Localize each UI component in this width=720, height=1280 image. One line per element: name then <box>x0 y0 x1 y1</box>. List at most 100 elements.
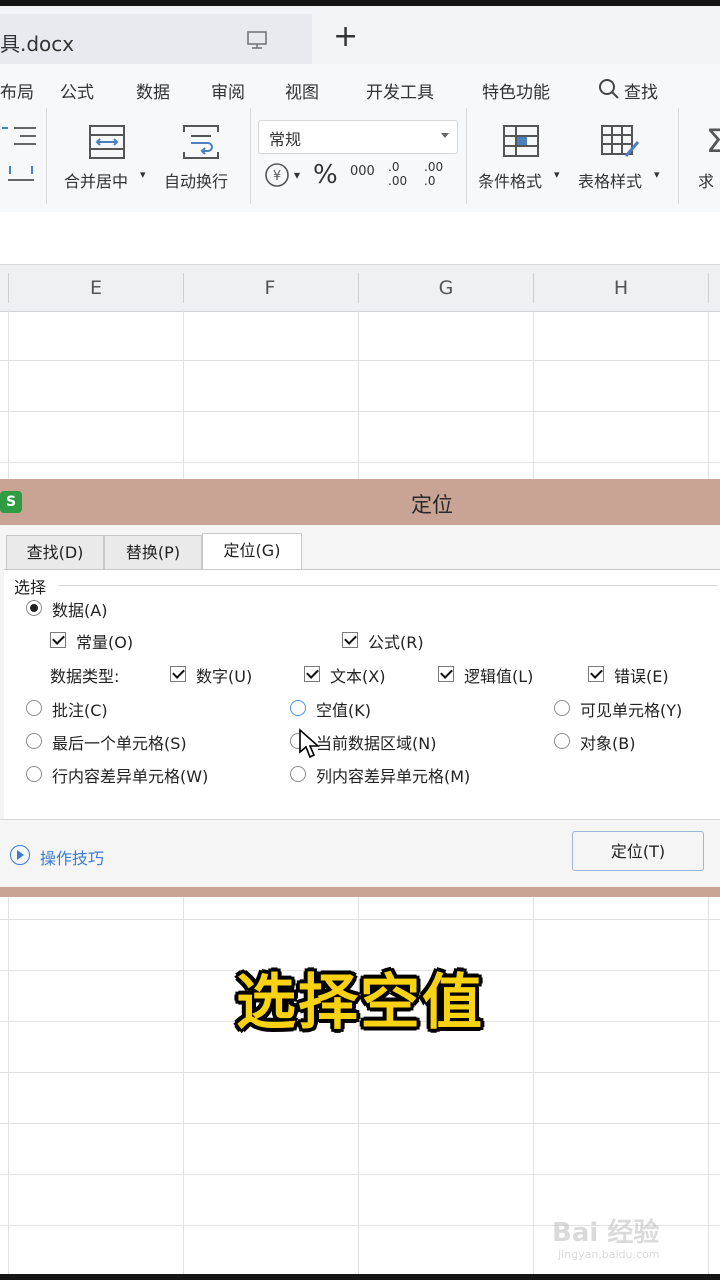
chevron-down-icon[interactable]: ▾ <box>294 168 300 182</box>
visible-cells-label[interactable]: 可见单元格(Y) <box>580 697 682 721</box>
dialog-footer-divider <box>0 819 720 820</box>
constants-label[interactable]: 常量(O) <box>76 629 133 653</box>
menu-developer[interactable]: 开发工具 <box>366 78 434 103</box>
thousands-separator-button[interactable]: 000 <box>350 164 375 179</box>
decrease-decimal-button[interactable]: .00 .0 <box>424 160 452 188</box>
baidu-jingyan-watermark: Bai 经验 jingyan.baidu.com <box>552 1212 712 1268</box>
objects-radio[interactable] <box>554 733 570 749</box>
conditional-format-button[interactable]: 条件格式 <box>478 168 542 192</box>
grid-row-line <box>0 919 720 920</box>
align-icon[interactable] <box>6 162 36 186</box>
sum-icon[interactable]: Σ <box>706 122 720 160</box>
grid-col-line <box>358 310 359 479</box>
row-diff-label[interactable]: 行内容差异单元格(W) <box>52 763 208 787</box>
menu-data[interactable]: 数据 <box>136 78 170 103</box>
column-divider <box>358 273 359 303</box>
sum-button[interactable]: 求和 <box>698 168 720 192</box>
formulas-checkbox[interactable] <box>342 632 358 648</box>
increase-decimal-button[interactable]: .0 .00 <box>388 160 416 188</box>
comments-radio[interactable] <box>26 700 42 716</box>
data-radio[interactable] <box>26 600 42 616</box>
menu-view[interactable]: 视图 <box>285 78 319 103</box>
dialog-title: 定位 <box>411 493 453 517</box>
blanks-label[interactable]: 空值(K) <box>316 697 371 721</box>
grid-row-line <box>0 1174 720 1175</box>
sum-button-clip: 求和 <box>698 168 720 192</box>
column-divider <box>708 273 709 303</box>
percent-button[interactable]: % <box>313 160 338 190</box>
column-header-f[interactable]: F <box>250 277 290 299</box>
numbers-checkbox[interactable] <box>170 666 186 682</box>
search-icon[interactable] <box>598 78 620 100</box>
ribbon: 布局 公式 数据 审阅 视图 开发工具 特色功能 查找 合并居中 ▾ 自动换行 <box>0 64 720 213</box>
data-type-label: 数据类型: <box>50 667 120 686</box>
watermark-url: jingyan.baidu.com <box>558 1248 660 1261</box>
merge-center-button[interactable]: 合并居中 <box>64 168 128 192</box>
last-cell-label[interactable]: 最后一个单元格(S) <box>52 730 187 754</box>
menu-special[interactable]: 特色功能 <box>482 78 550 103</box>
menu-find[interactable]: 查找 <box>624 78 658 103</box>
ribbon-separator <box>46 108 47 204</box>
grid-col-line <box>708 310 709 479</box>
data-option-label[interactable]: 数据(A) <box>52 597 107 621</box>
ribbon-separator <box>678 108 679 204</box>
chevron-down-icon <box>441 133 449 138</box>
number-format-select[interactable]: 常规 <box>258 120 458 154</box>
column-divider <box>8 273 9 303</box>
wrap-text-icon[interactable] <box>182 124 220 160</box>
monitor-icon[interactable] <box>246 30 268 50</box>
indent-icon[interactable] <box>0 124 40 148</box>
column-header-e[interactable]: E <box>76 277 116 299</box>
tab-replace[interactable]: 替换(P) <box>104 535 202 570</box>
col-diff-radio[interactable] <box>290 766 306 782</box>
logical-label[interactable]: 逻辑值(L) <box>464 663 533 687</box>
constants-checkbox[interactable] <box>50 632 66 648</box>
tab-find[interactable]: 查找(D) <box>6 535 104 570</box>
errors-label[interactable]: 错误(E) <box>614 663 669 687</box>
grid-row-line <box>0 411 720 412</box>
row-diff-radio[interactable] <box>26 766 42 782</box>
menu-layout[interactable]: 布局 <box>0 78 34 103</box>
chevron-down-icon[interactable]: ▾ <box>654 168 660 181</box>
numbers-label[interactable]: 数字(U) <box>196 663 252 687</box>
text-label[interactable]: 文本(X) <box>330 663 385 687</box>
formulas-label[interactable]: 公式(R) <box>368 629 424 653</box>
menu-formulas[interactable]: 公式 <box>60 78 94 103</box>
locate-button[interactable]: 定位(T) <box>572 831 704 871</box>
ribbon-separator <box>250 108 251 204</box>
table-style-icon[interactable] <box>600 124 640 160</box>
column-header-g[interactable]: G <box>426 277 466 299</box>
menu-review[interactable]: 审阅 <box>211 78 245 103</box>
chevron-down-icon[interactable]: ▾ <box>554 168 560 181</box>
chevron-down-icon[interactable]: ▾ <box>140 168 146 181</box>
conditional-format-icon[interactable] <box>502 124 540 158</box>
merge-center-icon[interactable] <box>88 124 126 160</box>
current-region-label[interactable]: 当前数据区域(N) <box>316 730 436 754</box>
tab-bar: 具.docx + <box>0 6 720 64</box>
currency-icon[interactable]: ¥ <box>264 162 290 188</box>
tab-goto[interactable]: 定位(G) <box>202 533 302 572</box>
last-cell-radio[interactable] <box>26 733 42 749</box>
grid-col-line <box>8 310 9 479</box>
document-tab[interactable]: 具.docx <box>0 14 312 64</box>
objects-label[interactable]: 对象(B) <box>580 730 635 754</box>
visible-cells-radio[interactable] <box>554 700 570 716</box>
logical-checkbox[interactable] <box>438 666 454 682</box>
column-header-h[interactable]: H <box>601 277 641 299</box>
col-diff-label[interactable]: 列内容差异单元格(M) <box>316 763 470 787</box>
grid-col-line <box>533 310 534 479</box>
text-checkbox[interactable] <box>304 666 320 682</box>
grid-row-line <box>0 462 720 463</box>
new-tab-button[interactable]: + <box>333 22 358 52</box>
errors-checkbox[interactable] <box>588 666 604 682</box>
formula-bar-area <box>0 212 720 264</box>
grid-col-line <box>183 310 184 479</box>
blanks-radio[interactable] <box>290 700 306 716</box>
selection-panel: 选择 数据(A) 常量(O) 公式(R) 数据类型: 数字(U) 文本(X) 逻… <box>4 569 720 820</box>
wrap-text-button[interactable]: 自动换行 <box>164 168 228 192</box>
cell-grid-top[interactable] <box>0 310 720 479</box>
grid-row-line <box>0 360 720 361</box>
dialog-titlebar[interactable]: S 定位 <box>0 479 720 525</box>
table-style-button[interactable]: 表格样式 <box>578 168 642 192</box>
comments-label[interactable]: 批注(C) <box>52 697 108 721</box>
